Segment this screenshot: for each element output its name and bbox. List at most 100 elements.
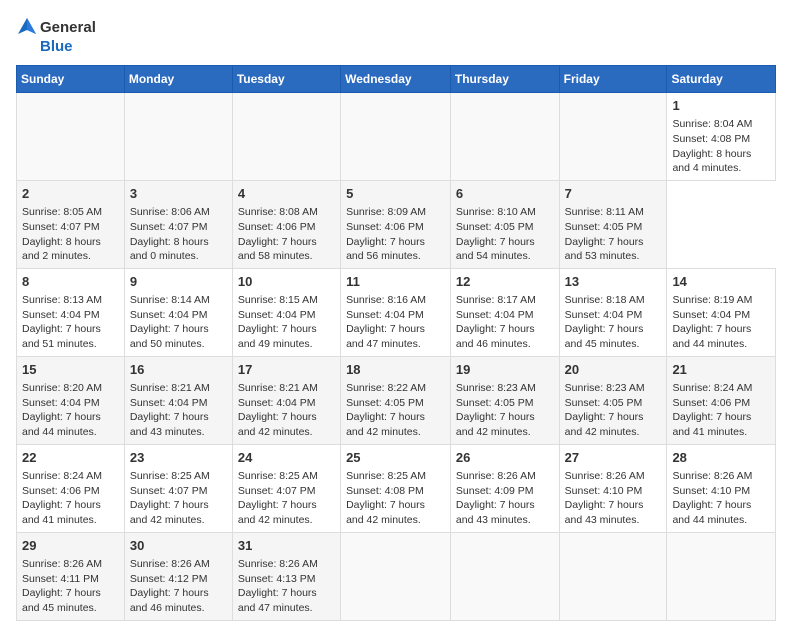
sunset-text: Sunset: 4:04 PM — [672, 308, 770, 323]
sunrise-text: Sunrise: 8:19 AM — [672, 293, 770, 308]
day-number: 20 — [565, 361, 662, 379]
calendar-day — [341, 93, 451, 181]
daylight-text: Daylight: 7 hours and 43 minutes. — [456, 498, 554, 527]
sunrise-text: Sunrise: 8:26 AM — [22, 557, 119, 572]
sunset-text: Sunset: 4:06 PM — [672, 396, 770, 411]
sunset-text: Sunset: 4:04 PM — [346, 308, 445, 323]
sunset-text: Sunset: 4:12 PM — [130, 572, 227, 587]
sunrise-text: Sunrise: 8:21 AM — [130, 381, 227, 396]
calendar-day: 19Sunrise: 8:23 AMSunset: 4:05 PMDayligh… — [450, 356, 559, 444]
calendar-day — [232, 93, 340, 181]
day-number: 6 — [456, 185, 554, 203]
sunrise-text: Sunrise: 8:23 AM — [456, 381, 554, 396]
calendar-day: 6Sunrise: 8:10 AMSunset: 4:05 PMDaylight… — [450, 180, 559, 268]
calendar-day — [341, 532, 451, 620]
daylight-text: Daylight: 7 hours and 42 minutes. — [346, 410, 445, 439]
calendar-day: 20Sunrise: 8:23 AMSunset: 4:05 PMDayligh… — [559, 356, 667, 444]
sunset-text: Sunset: 4:07 PM — [238, 484, 335, 499]
day-number: 11 — [346, 273, 445, 291]
calendar-week-6: 29Sunrise: 8:26 AMSunset: 4:11 PMDayligh… — [17, 532, 776, 620]
sunrise-text: Sunrise: 8:26 AM — [130, 557, 227, 572]
daylight-text: Daylight: 7 hours and 41 minutes. — [672, 410, 770, 439]
day-number: 2 — [22, 185, 119, 203]
sunrise-text: Sunrise: 8:15 AM — [238, 293, 335, 308]
daylight-text: Daylight: 7 hours and 58 minutes. — [238, 235, 335, 264]
sunrise-text: Sunrise: 8:25 AM — [238, 469, 335, 484]
daylight-text: Daylight: 7 hours and 43 minutes. — [565, 498, 662, 527]
day-number: 29 — [22, 537, 119, 555]
daylight-text: Daylight: 7 hours and 42 minutes. — [346, 498, 445, 527]
calendar-day — [17, 93, 125, 181]
day-number: 8 — [22, 273, 119, 291]
sunset-text: Sunset: 4:10 PM — [672, 484, 770, 499]
sunrise-text: Sunrise: 8:20 AM — [22, 381, 119, 396]
sunrise-text: Sunrise: 8:26 AM — [672, 469, 770, 484]
day-number: 1 — [672, 97, 770, 115]
sunrise-text: Sunrise: 8:25 AM — [346, 469, 445, 484]
calendar-day: 16Sunrise: 8:21 AMSunset: 4:04 PMDayligh… — [124, 356, 232, 444]
day-header-thursday: Thursday — [450, 66, 559, 93]
calendar-day — [124, 93, 232, 181]
daylight-text: Daylight: 7 hours and 46 minutes. — [456, 322, 554, 351]
daylight-text: Daylight: 8 hours and 4 minutes. — [672, 147, 770, 176]
day-number: 27 — [565, 449, 662, 467]
daylight-text: Daylight: 7 hours and 42 minutes. — [130, 498, 227, 527]
day-number: 3 — [130, 185, 227, 203]
daylight-text: Daylight: 7 hours and 42 minutes. — [238, 410, 335, 439]
day-header-saturday: Saturday — [667, 66, 776, 93]
daylight-text: Daylight: 7 hours and 47 minutes. — [238, 586, 335, 615]
sunset-text: Sunset: 4:07 PM — [22, 220, 119, 235]
daylight-text: Daylight: 8 hours and 0 minutes. — [130, 235, 227, 264]
day-header-tuesday: Tuesday — [232, 66, 340, 93]
page-header: General Blue — [16, 16, 776, 55]
sunset-text: Sunset: 4:10 PM — [565, 484, 662, 499]
day-number: 26 — [456, 449, 554, 467]
sunrise-text: Sunrise: 8:11 AM — [565, 205, 662, 220]
sunrise-text: Sunrise: 8:25 AM — [130, 469, 227, 484]
calendar-day: 30Sunrise: 8:26 AMSunset: 4:12 PMDayligh… — [124, 532, 232, 620]
daylight-text: Daylight: 7 hours and 51 minutes. — [22, 322, 119, 351]
sunrise-text: Sunrise: 8:08 AM — [238, 205, 335, 220]
daylight-text: Daylight: 7 hours and 42 minutes. — [456, 410, 554, 439]
day-number: 7 — [565, 185, 662, 203]
daylight-text: Daylight: 7 hours and 50 minutes. — [130, 322, 227, 351]
calendar-day — [667, 532, 776, 620]
calendar-day — [559, 532, 667, 620]
daylight-text: Daylight: 7 hours and 54 minutes. — [456, 235, 554, 264]
calendar-week-1: 1Sunrise: 8:04 AMSunset: 4:08 PMDaylight… — [17, 93, 776, 181]
sunset-text: Sunset: 4:06 PM — [238, 220, 335, 235]
logo: General Blue — [16, 16, 96, 55]
daylight-text: Daylight: 7 hours and 43 minutes. — [130, 410, 227, 439]
day-number: 25 — [346, 449, 445, 467]
day-number: 13 — [565, 273, 662, 291]
header-row: SundayMondayTuesdayWednesdayThursdayFrid… — [17, 66, 776, 93]
daylight-text: Daylight: 7 hours and 49 minutes. — [238, 322, 335, 351]
sunset-text: Sunset: 4:05 PM — [456, 220, 554, 235]
sunrise-text: Sunrise: 8:18 AM — [565, 293, 662, 308]
day-header-sunday: Sunday — [17, 66, 125, 93]
calendar-day: 3Sunrise: 8:06 AMSunset: 4:07 PMDaylight… — [124, 180, 232, 268]
calendar-day: 14Sunrise: 8:19 AMSunset: 4:04 PMDayligh… — [667, 268, 776, 356]
daylight-text: Daylight: 7 hours and 47 minutes. — [346, 322, 445, 351]
calendar-day: 12Sunrise: 8:17 AMSunset: 4:04 PMDayligh… — [450, 268, 559, 356]
sunrise-text: Sunrise: 8:23 AM — [565, 381, 662, 396]
sunrise-text: Sunrise: 8:13 AM — [22, 293, 119, 308]
calendar-table: SundayMondayTuesdayWednesdayThursdayFrid… — [16, 65, 776, 621]
sunrise-text: Sunrise: 8:21 AM — [238, 381, 335, 396]
calendar-day — [450, 532, 559, 620]
daylight-text: Daylight: 7 hours and 44 minutes. — [22, 410, 119, 439]
calendar-day: 21Sunrise: 8:24 AMSunset: 4:06 PMDayligh… — [667, 356, 776, 444]
calendar-day: 25Sunrise: 8:25 AMSunset: 4:08 PMDayligh… — [341, 444, 451, 532]
calendar-day: 29Sunrise: 8:26 AMSunset: 4:11 PMDayligh… — [17, 532, 125, 620]
sunrise-text: Sunrise: 8:24 AM — [22, 469, 119, 484]
day-number: 9 — [130, 273, 227, 291]
daylight-text: Daylight: 7 hours and 44 minutes. — [672, 498, 770, 527]
daylight-text: Daylight: 7 hours and 45 minutes. — [22, 586, 119, 615]
day-number: 22 — [22, 449, 119, 467]
day-number: 15 — [22, 361, 119, 379]
calendar-week-2: 2Sunrise: 8:05 AMSunset: 4:07 PMDaylight… — [17, 180, 776, 268]
day-number: 12 — [456, 273, 554, 291]
day-number: 24 — [238, 449, 335, 467]
calendar-day: 2Sunrise: 8:05 AMSunset: 4:07 PMDaylight… — [17, 180, 125, 268]
sunset-text: Sunset: 4:04 PM — [456, 308, 554, 323]
